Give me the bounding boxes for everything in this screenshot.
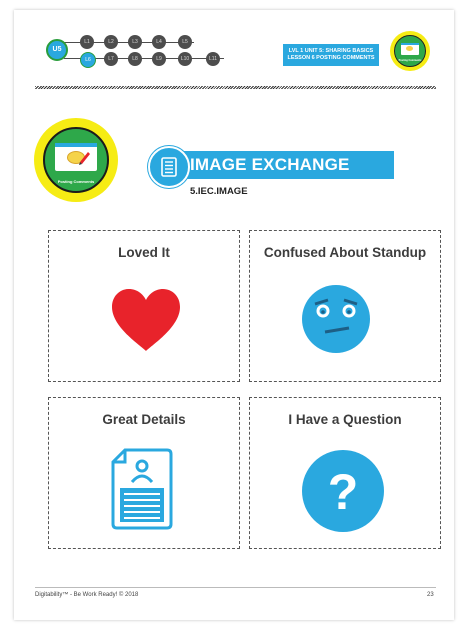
confused-face-icon bbox=[302, 285, 370, 353]
footer-divider bbox=[35, 587, 436, 588]
badge-inner: Posting Comments bbox=[43, 127, 109, 193]
lesson-title: LESSON 6 POSTING COMMENTS bbox=[287, 55, 375, 61]
card-question[interactable]: I Have a Question ? bbox=[249, 397, 441, 549]
activity-code: 5.IEC.IMAGE bbox=[190, 186, 248, 197]
unit-node[interactable]: U5 bbox=[46, 39, 68, 61]
lesson-node-l10[interactable]: L10 bbox=[178, 52, 192, 66]
card-great-details[interactable]: Great Details bbox=[48, 397, 240, 549]
card-label: Confused About Standup bbox=[263, 245, 427, 260]
lesson-node-l5[interactable]: L5 bbox=[178, 35, 192, 49]
page-number: 23 bbox=[427, 592, 434, 598]
lesson-node-l6-current[interactable]: L6 bbox=[80, 52, 96, 68]
lesson-node-l9[interactable]: L9 bbox=[152, 52, 166, 66]
document-list-icon bbox=[148, 146, 190, 188]
unit-lesson-box: LVL 1 UNIT 5: SHARING BASICS LESSON 6 PO… bbox=[283, 44, 379, 66]
lesson-node-l2[interactable]: L2 bbox=[104, 35, 118, 49]
lesson-node-l4[interactable]: L4 bbox=[152, 35, 166, 49]
lesson-badge: Posting Comments bbox=[34, 118, 118, 202]
lesson-node-l7[interactable]: L7 bbox=[104, 52, 118, 66]
document-profile-icon bbox=[111, 448, 173, 530]
badge-small-label: Posting Comments bbox=[398, 59, 422, 62]
card-confused[interactable]: Confused About Standup bbox=[249, 230, 441, 382]
badge-inner-small: Posting Comments bbox=[394, 35, 426, 67]
unit-title: LVL 1 UNIT 5: SHARING BASICS bbox=[288, 48, 374, 54]
svg-text:?: ? bbox=[328, 464, 359, 520]
card-label: Loved It bbox=[118, 245, 170, 260]
question-mark-icon: ? bbox=[302, 450, 384, 532]
screen-icon bbox=[401, 43, 419, 55]
lesson-node-l3[interactable]: L3 bbox=[128, 35, 142, 49]
card-loved-it[interactable]: Loved It bbox=[48, 230, 240, 382]
lesson-badge-small: Posting Comments bbox=[390, 31, 430, 71]
card-label: Great Details bbox=[102, 412, 186, 427]
heart-icon bbox=[112, 289, 180, 351]
footer-copyright: Digitability™ - Be Work Ready! © 2018 bbox=[35, 592, 139, 598]
lesson-node-l1[interactable]: L1 bbox=[80, 35, 94, 49]
page-title: IMAGE EXCHANGE CARDS bbox=[178, 151, 394, 202]
lesson-node-l11[interactable]: L11 bbox=[206, 52, 220, 66]
header-divider bbox=[35, 86, 436, 89]
computer-screen-icon bbox=[55, 143, 97, 171]
badge-label: Posting Comments bbox=[57, 179, 95, 184]
lesson-node-l8[interactable]: L8 bbox=[128, 52, 142, 66]
pencil-icon bbox=[79, 152, 90, 165]
card-label: I Have a Question bbox=[288, 412, 402, 427]
